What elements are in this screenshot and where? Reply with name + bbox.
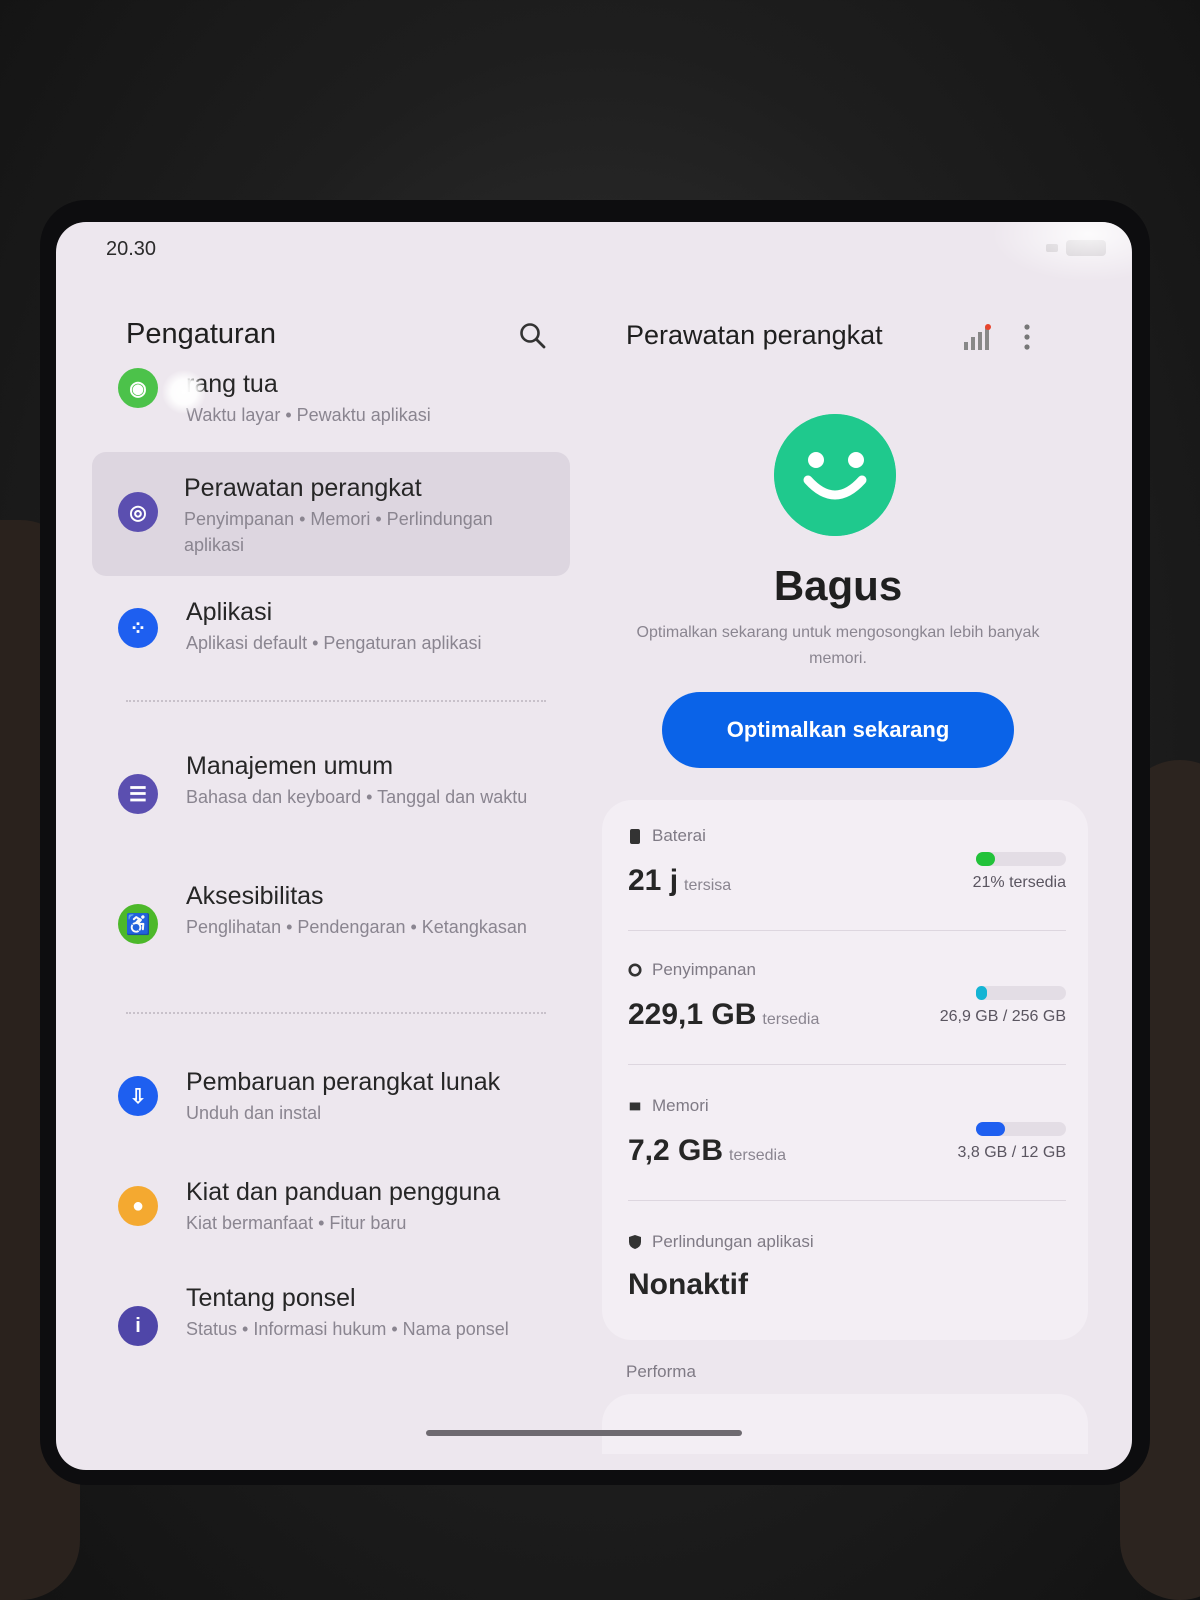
divider xyxy=(628,930,1066,931)
light-flare xyxy=(162,370,206,414)
shield-icon xyxy=(629,1235,641,1249)
settings-pane: Pengaturan ◉ rang tua Waktu layar • Pewa… xyxy=(56,222,576,1470)
page-title: Pengaturan xyxy=(126,318,276,350)
settings-item-subtitle: Aplikasi default • Pengaturan aplikasi xyxy=(186,633,482,653)
device-care-card: Baterai 21 j tersisa 21% tersedia Penyimp… xyxy=(602,800,1088,1340)
app-protection-row[interactable]: Perlindungan aplikasi Nonaktif xyxy=(628,1232,1066,1322)
sliders-icon: ☰ xyxy=(118,774,158,814)
memory-available: 7,2 GB tersedia xyxy=(628,1134,786,1167)
storage-level-bar xyxy=(976,986,1066,1000)
apps-icon: ⁘ xyxy=(118,608,158,648)
settings-item-device-care[interactable]: ◎ Perawatan perangkat Penyimpanan • Memo… xyxy=(92,452,570,576)
settings-item-title: Pembaruan perangkat lunak xyxy=(186,1068,501,1096)
download-icon: ⇩ xyxy=(118,1076,158,1116)
battery-label: Baterai xyxy=(628,826,706,846)
app-protection-label: Perlindungan aplikasi xyxy=(628,1232,814,1252)
storage-icon xyxy=(628,963,642,977)
settings-item-title: Aplikasi xyxy=(186,598,273,626)
settings-item-title: Kiat dan panduan pengguna xyxy=(186,1178,501,1206)
settings-item-accessibility[interactable]: ♿ Aksesibilitas Penglihatan • Pendengara… xyxy=(96,882,574,972)
divider xyxy=(628,1064,1066,1065)
performance-label: Performa xyxy=(626,1362,696,1381)
optimize-now-button[interactable]: Optimalkan sekarang xyxy=(662,692,1014,768)
smiley-status-icon xyxy=(774,414,896,536)
device-care-icon: ◎ xyxy=(118,492,158,532)
settings-item-subtitle: Penyimpanan • Memori • Perlindungan apli… xyxy=(184,509,493,555)
settings-item-title: Perawatan perangkat xyxy=(184,474,422,502)
performance-card[interactable] xyxy=(602,1394,1088,1454)
divider xyxy=(126,700,546,702)
lightbulb-icon: ● xyxy=(118,1186,158,1226)
info-icon: i xyxy=(118,1306,158,1346)
settings-item-subtitle: Bahasa dan keyboard • Tanggal dan waktu xyxy=(186,787,528,807)
settings-item-subtitle: Kiat bermanfaat • Fitur baru xyxy=(186,1213,407,1233)
memory-label: Memori xyxy=(628,1096,709,1116)
device-care-title: Perawatan perangkat xyxy=(626,320,883,350)
settings-item-title: Manajemen umum xyxy=(186,752,394,780)
settings-item-subtitle: Status • Informasi hukum • Nama ponsel xyxy=(186,1319,509,1339)
memory-row[interactable]: Memori 7,2 GB tersedia 3,8 GB / 12 GB xyxy=(628,1096,1066,1206)
app-protection-status: Nonaktif xyxy=(628,1268,748,1301)
storage-info: 26,9 GB / 256 GB xyxy=(939,1008,1066,1025)
memory-icon xyxy=(629,1102,641,1111)
battery-level-bar xyxy=(976,852,1066,866)
divider xyxy=(628,1200,1066,1201)
settings-item-tips[interactable]: ● Kiat dan panduan pengguna Kiat bermanf… xyxy=(96,1178,574,1248)
status-word: Bagus xyxy=(773,562,903,609)
storage-available: 229,1 GB tersedia xyxy=(628,998,820,1031)
memory-level-bar xyxy=(976,1122,1066,1136)
battery-row[interactable]: Baterai 21 j tersisa 21% tersedia xyxy=(628,826,1066,936)
home-indicator[interactable] xyxy=(426,1430,742,1436)
battery-icon xyxy=(630,829,640,844)
memory-info: 3,8 GB / 12 GB xyxy=(957,1144,1067,1161)
settings-item-software-update[interactable]: ⇩ Pembaruan perangkat lunak Unduh dan in… xyxy=(96,1068,574,1138)
device-care-pane: Perawatan perangkat Bagus Optimalkan sek… xyxy=(596,222,1132,1470)
settings-item-subtitle: Unduh dan instal xyxy=(186,1103,322,1123)
search-icon[interactable] xyxy=(518,321,548,351)
settings-item-title: Aksesibilitas xyxy=(186,882,324,910)
status-description: Optimalkan sekarang untuk mengosongkan l… xyxy=(636,624,1040,667)
settings-item-title: Tentang ponsel xyxy=(186,1284,356,1312)
settings-item-about-phone[interactable]: i Tentang ponsel Status • Informasi huku… xyxy=(96,1284,574,1374)
more-options-icon[interactable] xyxy=(1020,322,1034,352)
storage-label: Penyimpanan xyxy=(628,960,756,980)
phone-screen: 20.30 Pengaturan ◉ rang tua Waktu layar … xyxy=(56,222,1132,1470)
divider xyxy=(126,1012,546,1014)
settings-item-apps[interactable]: ⁘ Aplikasi Aplikasi default • Pengaturan… xyxy=(96,598,574,668)
settings-item-general-management[interactable]: ☰ Manajemen umum Bahasa dan keyboard • T… xyxy=(96,752,574,842)
parental-icon: ◉ xyxy=(118,368,158,408)
storage-row[interactable]: Penyimpanan 229,1 GB tersedia 26,9 GB / 2… xyxy=(628,960,1066,1070)
settings-item-subtitle: Waktu layar • Pewaktu aplikasi xyxy=(186,405,431,425)
bar-chart-icon[interactable] xyxy=(962,324,992,352)
settings-item-subtitle: Penglihatan • Pendengaran • Ketangkasan xyxy=(186,917,527,937)
accessibility-icon: ♿ xyxy=(118,904,158,944)
battery-time: 21 j tersisa xyxy=(628,864,732,897)
battery-info: 21% tersedia xyxy=(972,874,1066,891)
